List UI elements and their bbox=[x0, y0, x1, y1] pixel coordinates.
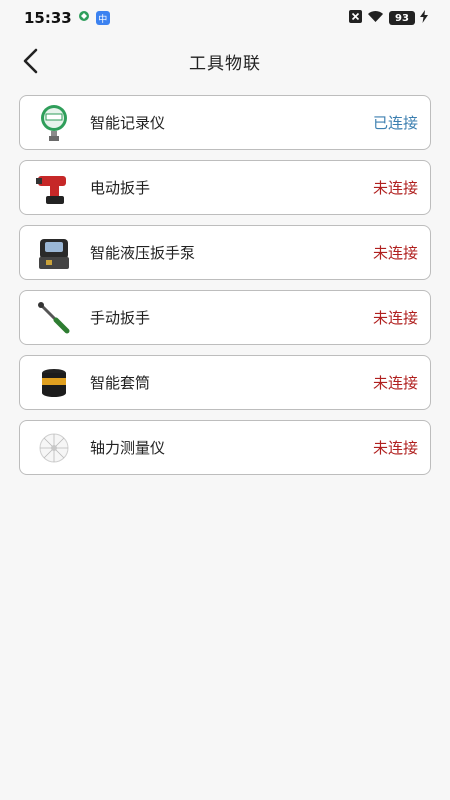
device-status: 未连接 bbox=[372, 374, 418, 392]
hydraulic-pump-icon bbox=[36, 233, 72, 273]
device-name: 智能套筒 bbox=[90, 374, 151, 392]
smart-socket-icon bbox=[36, 363, 72, 403]
header: 工具物联 bbox=[0, 40, 450, 82]
axial-force-meter-icon bbox=[36, 428, 72, 468]
device-card-electric-wrench[interactable]: 电动扳手 未连接 bbox=[19, 160, 431, 215]
device-status: 未连接 bbox=[372, 244, 418, 262]
smart-recorder-icon bbox=[36, 103, 72, 143]
manual-wrench-icon bbox=[36, 298, 72, 338]
device-card-smart-socket[interactable]: 智能套筒 未连接 bbox=[19, 355, 431, 410]
electric-wrench-icon bbox=[36, 168, 72, 208]
device-status: 未连接 bbox=[372, 309, 418, 327]
app-badge-icon: 中 bbox=[95, 11, 110, 25]
app-notification-icon bbox=[78, 10, 90, 26]
device-card-hydraulic-pump[interactable]: 智能液压扳手泵 未连接 bbox=[19, 225, 431, 280]
charging-icon bbox=[420, 9, 428, 27]
device-name: 电动扳手 bbox=[90, 179, 151, 197]
status-time: 15:33 bbox=[24, 9, 72, 27]
device-name: 手动扳手 bbox=[90, 309, 151, 327]
device-card-manual-wrench[interactable]: 手动扳手 未连接 bbox=[19, 290, 431, 345]
device-card-smart-recorder[interactable]: 智能记录仪 已连接 bbox=[19, 95, 431, 150]
page-title: 工具物联 bbox=[189, 53, 261, 74]
back-arrow-icon bbox=[23, 48, 38, 74]
device-status: 已连接 bbox=[372, 114, 418, 132]
device-card-axial-force-meter[interactable]: 轴力测量仪 未连接 bbox=[19, 420, 431, 475]
wifi-icon bbox=[367, 10, 384, 27]
device-list: 智能记录仪 已连接 电动扳手 未连接 智能液压扳手泵 未连接 手动扳手 未连接 … bbox=[19, 95, 431, 485]
device-name: 智能液压扳手泵 bbox=[90, 244, 196, 262]
device-status: 未连接 bbox=[372, 439, 418, 457]
device-name: 轴力测量仪 bbox=[90, 439, 166, 457]
status-bar: 15:33 中 93 bbox=[0, 0, 450, 36]
back-button[interactable] bbox=[14, 44, 46, 78]
close-box-icon bbox=[349, 9, 362, 27]
battery-icon: 93 bbox=[389, 11, 415, 25]
device-name: 智能记录仪 bbox=[90, 114, 166, 132]
device-status: 未连接 bbox=[372, 179, 418, 197]
